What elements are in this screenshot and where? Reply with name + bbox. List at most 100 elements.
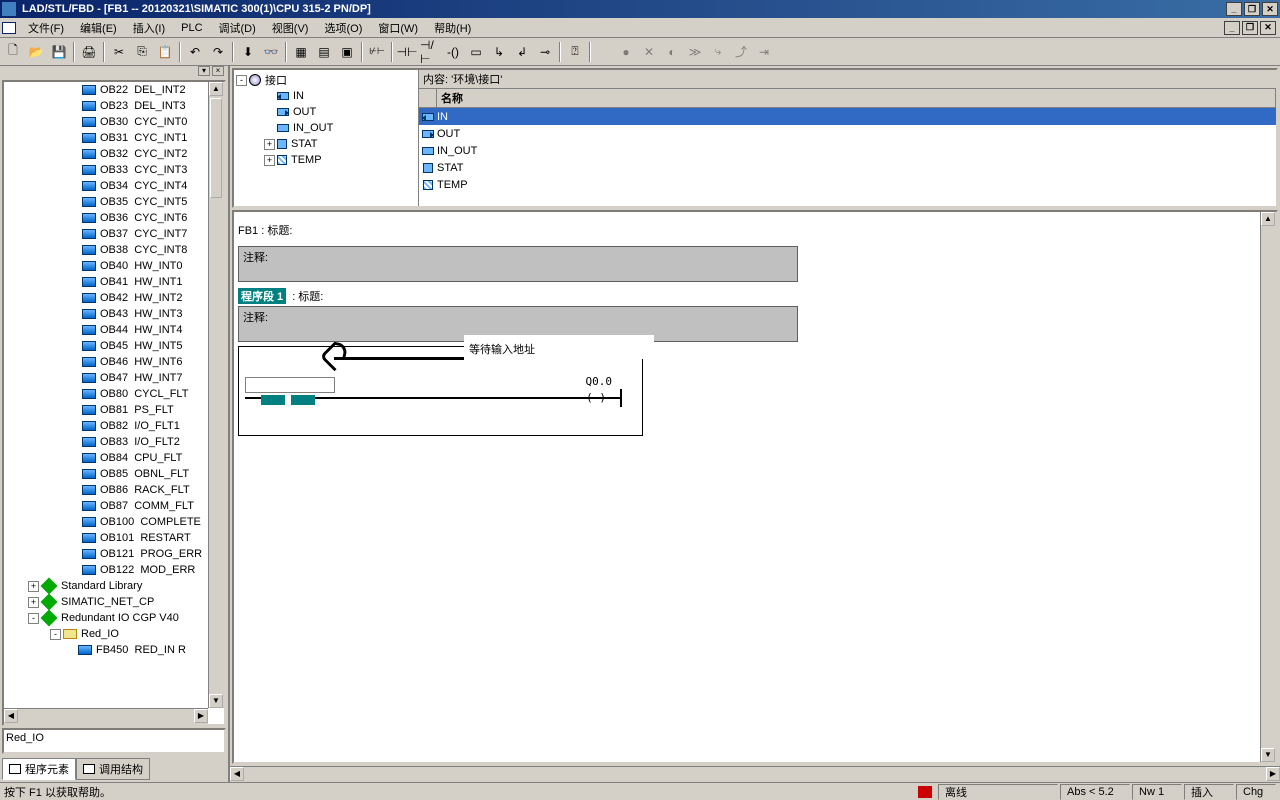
expander-icon[interactable]: +	[264, 139, 275, 150]
menu-insert[interactable]: 插入(I)	[125, 18, 173, 38]
tree-block-ob85[interactable]: OB85 OBNL_FLT	[4, 466, 224, 482]
expander-icon[interactable]: +	[28, 597, 39, 608]
new-button[interactable]: 🗋	[2, 41, 24, 63]
download-button[interactable]: ⬇	[237, 41, 259, 63]
tree-block-ob121[interactable]: OB121 PROG_ERR	[4, 546, 224, 562]
interface-root[interactable]: - 接口	[236, 72, 416, 88]
help-pointer-button[interactable]: ⍰	[564, 41, 586, 63]
scroll-thumb[interactable]	[210, 98, 222, 198]
tree-block-ob47[interactable]: OB47 HW_INT7	[4, 370, 224, 386]
panel-pin-button[interactable]: ▾	[198, 66, 210, 76]
expander-icon[interactable]: +	[28, 581, 39, 592]
reference-button[interactable]: ▣	[336, 41, 358, 63]
detail-button[interactable]: ▤	[313, 41, 335, 63]
tree-block-ob40[interactable]: OB40 HW_INT0	[4, 258, 224, 274]
close-button[interactable]: ✕	[1262, 2, 1278, 16]
branch-close-button[interactable]: ↲	[511, 41, 533, 63]
scroll-left-button[interactable]: ◀	[230, 767, 244, 781]
redo-button[interactable]: ↷	[207, 41, 229, 63]
mdi-close-button[interactable]: ✕	[1260, 21, 1276, 35]
sim-stop-button[interactable]: ◐	[661, 41, 683, 63]
print-button[interactable]: 🖨	[78, 41, 100, 63]
box-button[interactable]: ▭	[465, 41, 487, 63]
scroll-up-button[interactable]: ▲	[209, 82, 223, 96]
tree-scrollbar-h[interactable]: ◀ ▶	[4, 708, 208, 724]
copy-button[interactable]: ⎘	[131, 41, 153, 63]
tree-block-fb450[interactable]: FB450 RED_IN R	[4, 642, 224, 658]
sim-start-button[interactable]: ●	[615, 41, 637, 63]
col-name[interactable]: 名称	[437, 89, 1276, 107]
block-comment[interactable]: 注释:	[238, 246, 798, 282]
expander-icon[interactable]: +	[264, 155, 275, 166]
tree-lib[interactable]: +Standard Library	[4, 578, 224, 594]
editor-scrollbar-v[interactable]: ▲ ▼	[1260, 212, 1276, 762]
tree-block-ob44[interactable]: OB44 HW_INT4	[4, 322, 224, 338]
tree-block-ob122[interactable]: OB122 MOD_ERR	[4, 562, 224, 578]
tree-scrollbar-v[interactable]: ▲ ▼	[208, 82, 224, 708]
branch-open-button[interactable]: ↳	[488, 41, 510, 63]
tree-block-ob87[interactable]: OB87 COMM_FLT	[4, 498, 224, 514]
interface-tree[interactable]: - 接口 INOUTIN_OUT+STAT+TEMP	[234, 70, 419, 206]
tree-block-ob45[interactable]: OB45 HW_INT5	[4, 338, 224, 354]
mdi-minimize-button[interactable]: _	[1224, 21, 1240, 35]
menu-debug[interactable]: 调试(D)	[211, 18, 264, 38]
table-row[interactable]: STAT	[419, 159, 1276, 176]
maximize-button[interactable]: ❐	[1244, 2, 1260, 16]
scroll-right-button[interactable]: ▶	[194, 709, 208, 723]
menu-view[interactable]: 视图(V)	[264, 18, 317, 38]
tree-block-ob100[interactable]: OB100 COMPLETE	[4, 514, 224, 530]
interface-item-stat[interactable]: +STAT	[236, 136, 416, 152]
undo-button[interactable]: ↶	[184, 41, 206, 63]
table-row[interactable]: OUT	[419, 125, 1276, 142]
scroll-right-button[interactable]: ▶	[1266, 767, 1280, 781]
paste-button[interactable]: 📋	[154, 41, 176, 63]
tree-block-ob32[interactable]: OB32 CYC_INT2	[4, 146, 224, 162]
tree-folder-redio[interactable]: - Red_IO	[4, 626, 224, 642]
tab-program-elements[interactable]: 程序元素	[2, 758, 76, 780]
ladder-contact[interactable]	[261, 395, 315, 405]
tree-block-ob34[interactable]: OB34 CYC_INT4	[4, 178, 224, 194]
tree-block-ob83[interactable]: OB83 I/O_FLT2	[4, 434, 224, 450]
expander-icon[interactable]: -	[50, 629, 61, 640]
tree-block-ob46[interactable]: OB46 HW_INT6	[4, 354, 224, 370]
menu-edit[interactable]: 编辑(E)	[72, 18, 125, 38]
scroll-left-button[interactable]: ◀	[4, 709, 18, 723]
expander-icon[interactable]: -	[28, 613, 39, 624]
cut-button[interactable]: ✂	[108, 41, 130, 63]
program-tree[interactable]: OB22 DEL_INT2OB23 DEL_INT3OB30 CYC_INT0O…	[2, 80, 226, 726]
expander-icon[interactable]: -	[236, 75, 247, 86]
mdi-restore-button[interactable]: ❐	[1242, 21, 1258, 35]
network-button[interactable]: ⊬⊢	[366, 41, 388, 63]
address-input[interactable]	[245, 377, 335, 393]
tree-block-ob23[interactable]: OB23 DEL_INT3	[4, 98, 224, 114]
coil-button[interactable]: -()	[442, 41, 464, 63]
tree-block-ob41[interactable]: OB41 HW_INT1	[4, 274, 224, 290]
tree-block-ob22[interactable]: OB22 DEL_INT2	[4, 82, 224, 98]
interface-item-in[interactable]: IN	[236, 88, 416, 104]
tree-block-ob37[interactable]: OB37 CYC_INT7	[4, 226, 224, 242]
menu-help[interactable]: 帮助(H)	[426, 18, 479, 38]
save-button[interactable]: 💾	[48, 41, 70, 63]
menu-options[interactable]: 选项(O)	[316, 18, 370, 38]
tree-block-ob101[interactable]: OB101 RESTART	[4, 530, 224, 546]
minimize-button[interactable]: _	[1226, 2, 1242, 16]
tree-block-ob86[interactable]: OB86 RACK_FLT	[4, 482, 224, 498]
scroll-up-button[interactable]: ▲	[1261, 212, 1275, 226]
sim-out-button[interactable]: ⤴	[730, 41, 752, 63]
tree-block-ob30[interactable]: OB30 CYC_INT0	[4, 114, 224, 130]
interface-item-in_out[interactable]: IN_OUT	[236, 120, 416, 136]
tree-lib[interactable]: -Redundant IO CGP V40	[4, 610, 224, 626]
connection-button[interactable]: ⊸	[534, 41, 556, 63]
nc-contact-button[interactable]: ⊣/⊢	[419, 41, 441, 63]
tree-block-ob31[interactable]: OB31 CYC_INT1	[4, 130, 224, 146]
menu-plc[interactable]: PLC	[173, 20, 210, 36]
tree-block-ob84[interactable]: OB84 CPU_FLT	[4, 450, 224, 466]
ladder-editor[interactable]: FB1 : 标题: 注释: 程序段 1 : 标题: 注释: 等待输入地址 Q0.…	[232, 210, 1278, 764]
editor-scrollbar-h[interactable]: ◀ ▶	[230, 766, 1280, 782]
tree-block-ob82[interactable]: OB82 I/O_FLT1	[4, 418, 224, 434]
tree-block-ob80[interactable]: OB80 CYCL_FLT	[4, 386, 224, 402]
table-row[interactable]: IN_OUT	[419, 142, 1276, 159]
monitor-button[interactable]: 👓	[260, 41, 282, 63]
table-row[interactable]: TEMP	[419, 176, 1276, 193]
panel-close-button[interactable]: ×	[212, 66, 224, 76]
